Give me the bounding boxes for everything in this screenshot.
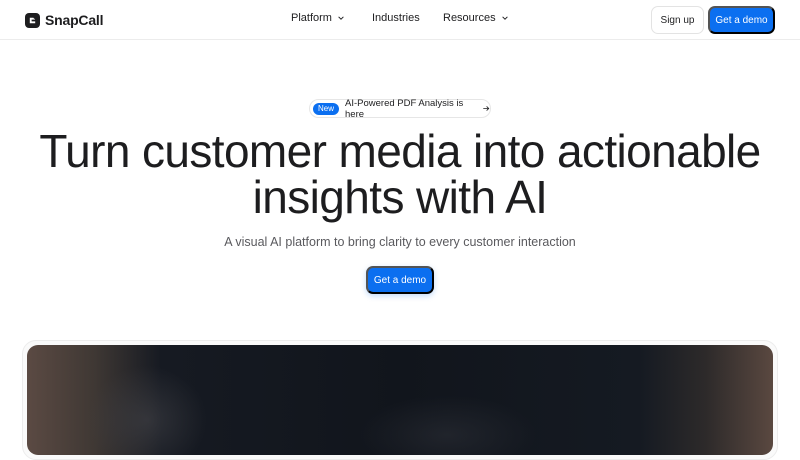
get-demo-nav-button[interactable]: Get a demo xyxy=(708,6,775,34)
announcement-text: AI-Powered PDF Analysis is here xyxy=(345,97,464,120)
headline-line-2: insights with AI xyxy=(252,171,548,223)
nav-item-label: Industries xyxy=(372,12,420,24)
nav-item-label: Resources xyxy=(443,12,496,24)
brand-logo[interactable]: SnapCall xyxy=(25,11,104,29)
nav-item-label: Platform xyxy=(291,12,332,24)
hero-headline: Turn customer media into actionable insi… xyxy=(0,128,800,220)
headline-line-1: Turn customer media into actionable xyxy=(39,125,761,177)
hero-media-frame xyxy=(22,340,778,460)
new-badge: New xyxy=(313,102,340,115)
hero-subheadline: A visual AI platform to bring clarity to… xyxy=(224,235,576,249)
brand-name: SnapCall xyxy=(45,12,104,28)
media-shadow xyxy=(87,365,207,455)
nav-item-industries[interactable]: Industries xyxy=(372,12,432,24)
arrow-right-icon xyxy=(482,106,489,111)
sign-up-button[interactable]: Sign up xyxy=(651,6,704,34)
nav-item-platform[interactable]: Platform xyxy=(291,12,351,24)
snapcall-logo-icon xyxy=(25,12,40,28)
announcement-pill[interactable]: New AI-Powered PDF Analysis is here xyxy=(309,97,491,120)
get-demo-hero-button[interactable]: Get a demo xyxy=(366,266,434,294)
top-navigation: SnapCall Platform Industries Resources S… xyxy=(0,0,800,40)
chevron-down-icon xyxy=(501,16,508,20)
nav-item-resources[interactable]: Resources xyxy=(443,12,513,24)
media-shadow xyxy=(357,395,537,455)
chevron-down-icon xyxy=(338,16,344,20)
hero-video[interactable] xyxy=(27,345,773,455)
